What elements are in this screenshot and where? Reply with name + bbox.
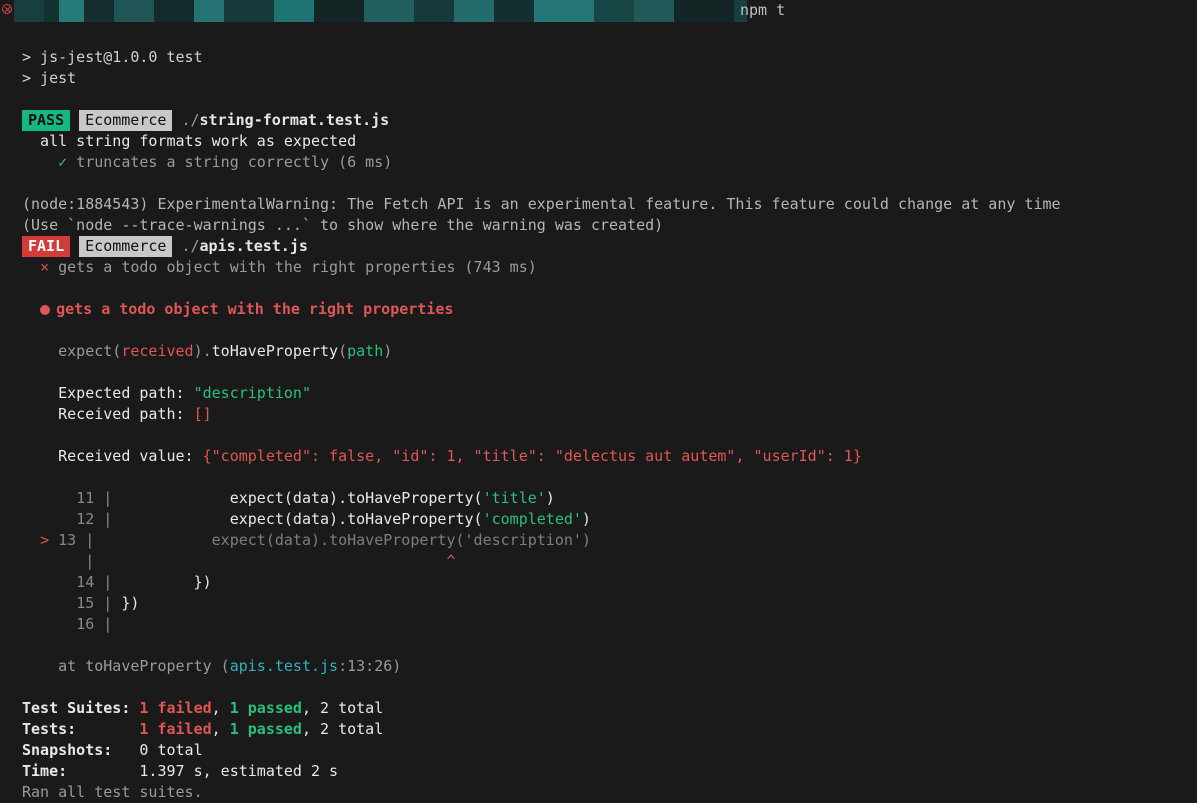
suites-failed-w: failed [148, 699, 211, 717]
src-13s: 'description' [465, 531, 582, 549]
src-11b: ) [546, 489, 555, 507]
expect-open: ( [338, 342, 347, 360]
suites-label: Test Suites: [22, 699, 139, 717]
expect-received: received [121, 342, 193, 360]
titlebar-texture [14, 0, 747, 22]
stack-pre: at toHaveProperty ( [58, 657, 230, 675]
ln-16: 16 | [58, 615, 112, 633]
line-pointer: > [40, 531, 49, 549]
fail-badge: FAIL [22, 236, 70, 257]
snapshots-val: 0 total [139, 741, 202, 759]
src-12s: 'completed' [483, 510, 582, 528]
src-11a: expect(data).toHaveProperty( [121, 489, 482, 507]
pass-describe: all string formats work as expected [22, 132, 356, 150]
src-12b: ) [582, 510, 591, 528]
expect-close: ) [383, 342, 392, 360]
ln-13: 13 | [58, 531, 94, 549]
received-value-label: Received value: [58, 447, 203, 465]
node-warning-2: (Use `node --trace-warnings ...` to show… [22, 216, 663, 234]
expect-mid: ). [194, 342, 212, 360]
failure-heading: gets a todo object with the right proper… [56, 300, 453, 318]
caret-line: ^ [103, 552, 455, 570]
stack-file: apis.test.js [230, 657, 338, 675]
src-11s: 'title' [483, 489, 546, 507]
comma1: , [212, 699, 230, 717]
project-tag-pass: Ecommerce [79, 110, 172, 131]
tests-total: , 2 total [302, 720, 383, 738]
fail-path-prefix: ./ [181, 237, 199, 255]
src-14a: }) [121, 573, 211, 591]
received-path-label: Received path: [58, 405, 193, 423]
ln-12: 12 | [58, 510, 112, 528]
expect-matcher: toHaveProperty [212, 342, 338, 360]
snapshots-label: Snapshots: [22, 741, 139, 759]
tests-failed-w: failed [148, 720, 211, 738]
npm-run-line-1: > js-jest@1.0.0 test [22, 48, 203, 66]
check-icon: ✓ [58, 153, 67, 171]
ln-14: 14 | [58, 573, 112, 591]
src-13a: expect(data). [103, 531, 329, 549]
received-value: {"completed": false, "id": 1, "title": "… [203, 447, 862, 465]
ln-15: 15 | [58, 594, 112, 612]
terminal-output: > js-jest@1.0.0 test > jest PASS Ecommer… [0, 22, 1197, 803]
src-15a: }) [121, 594, 139, 612]
suites-passed-w: passed [239, 699, 302, 717]
fail-file: apis.test.js [200, 237, 308, 255]
expected-label: Expected path: [58, 384, 193, 402]
expect-path: path [347, 342, 383, 360]
ln-caret: | [58, 552, 94, 570]
src-13b: ( [456, 531, 465, 549]
tests-label: Tests: [22, 720, 139, 738]
fail-test-name: gets a todo object with the right proper… [58, 258, 537, 276]
time-val: 1.397 s, estimated 2 s [139, 762, 338, 780]
ln-11: 11 | [58, 489, 112, 507]
comma2: , [212, 720, 230, 738]
title-command: npm t [740, 0, 785, 21]
pass-test-name: truncates a string correctly (6 ms) [76, 153, 392, 171]
pass-path-prefix: ./ [181, 111, 199, 129]
cross-icon: × [40, 258, 49, 276]
tests-passed-n: 1 [230, 720, 239, 738]
suites-total: , 2 total [302, 699, 383, 717]
src-13m: toHaveProperty [329, 531, 455, 549]
pass-file: string-format.test.js [200, 111, 390, 129]
close-icon[interactable] [2, 4, 12, 14]
ran-line: Ran all test suites. [22, 783, 203, 801]
expected-value: "description" [194, 384, 311, 402]
received-path-value: [] [194, 405, 212, 423]
src-12a: expect(data).toHaveProperty( [121, 510, 482, 528]
expect-pre: expect( [58, 342, 121, 360]
suites-passed-n: 1 [230, 699, 239, 717]
node-warning-1: (node:1884543) ExperimentalWarning: The … [22, 195, 1061, 213]
pass-badge: PASS [22, 110, 70, 131]
npm-run-line-2: > jest [22, 69, 76, 87]
tests-passed-w: passed [239, 720, 302, 738]
src-13c: ) [582, 531, 591, 549]
time-label: Time: [22, 762, 139, 780]
project-tag-fail: Ecommerce [79, 236, 172, 257]
window-titlebar: npm t [0, 0, 1197, 22]
bullet-icon [40, 305, 50, 315]
stack-loc: :13:26) [338, 657, 401, 675]
